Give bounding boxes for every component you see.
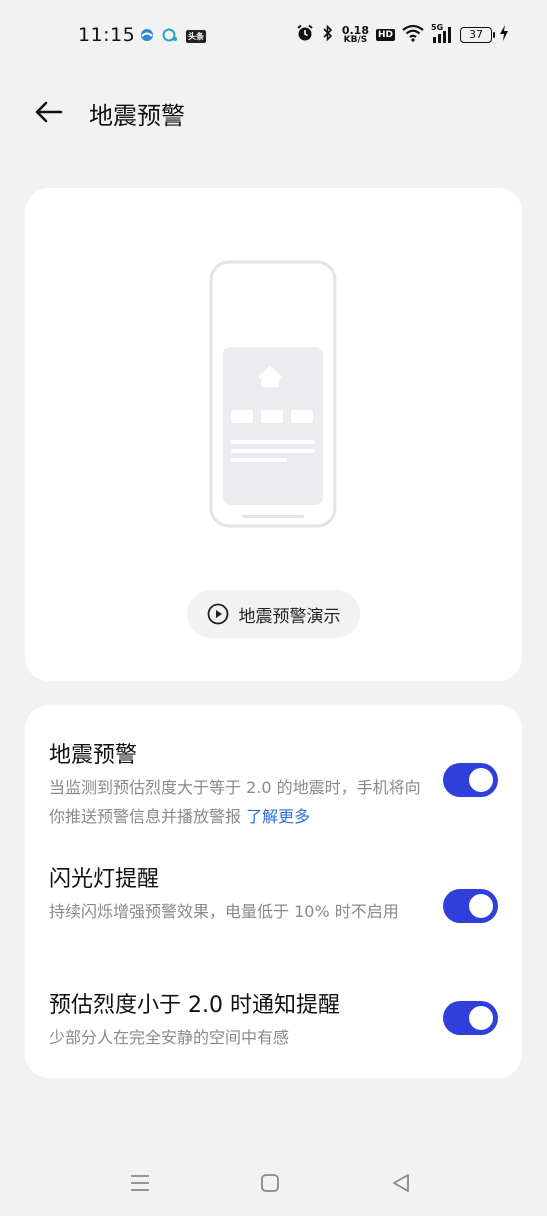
setting-description: 少部分人在完全安静的空间中有感	[49, 1023, 429, 1052]
setting-description-text: 当监测到预估烈度大于等于 2.0 的地震时，手机将向你推送预警信息并播放警报	[49, 778, 421, 826]
charging-icon	[499, 24, 509, 46]
toggle-knob	[469, 768, 493, 792]
notification-icons: 头条	[140, 27, 206, 46]
setting-row-low-intensity-notify: 预估烈度小于 2.0 时通知提醒 少部分人在完全安静的空间中有感	[25, 955, 522, 1078]
demo-button[interactable]: 地震预警演示	[187, 590, 360, 638]
settings-card: 地震预警 当监测到预估烈度大于等于 2.0 的地震时，手机将向你推送预警信息并播…	[25, 705, 522, 1078]
setting-description-text: 持续闪烁增强预警效果，电量低于 10% 时不启用	[49, 902, 399, 921]
demo-button-label: 地震预警演示	[238, 606, 341, 627]
alarm-icon	[296, 24, 314, 46]
chat-app-icon	[162, 27, 178, 46]
learn-more-link[interactable]: 了解更多	[246, 807, 310, 826]
setting-title: 闪光灯提醒	[49, 867, 160, 892]
cloud-app-icon	[140, 27, 154, 46]
phone-illustration	[209, 260, 337, 528]
illustration-card: 地震预警演示	[25, 188, 522, 681]
earthquake-warning-toggle[interactable]	[443, 763, 498, 797]
setting-row-flash-reminder: 闪光灯提醒 持续闪烁增强预警效果，电量低于 10% 时不启用	[25, 835, 522, 955]
home-button[interactable]	[255, 1168, 285, 1198]
setting-description: 当监测到预估烈度大于等于 2.0 的地震时，手机将向你推送预警信息并播放警报 了…	[49, 773, 429, 831]
low-intensity-notify-toggle[interactable]	[443, 1001, 498, 1035]
page-title: 地震预警	[89, 102, 185, 130]
recent-apps-button[interactable]	[125, 1168, 155, 1198]
status-time: 11:15	[78, 24, 136, 46]
home-icon	[261, 1174, 279, 1192]
hd-icon: HD	[375, 29, 395, 41]
setting-title: 预估烈度小于 2.0 时通知提醒	[49, 993, 340, 1018]
netspeed-unit: KB/S	[343, 35, 368, 45]
setting-row-earthquake-warning: 地震预警 当监测到预估烈度大于等于 2.0 的地震时，手机将向你推送预警信息并播…	[25, 705, 522, 835]
setting-description: 持续闪烁增强预警效果，电量低于 10% 时不启用	[49, 897, 429, 926]
toggle-knob	[469, 894, 493, 918]
toutiao-icon: 头条	[186, 30, 206, 43]
menu-icon	[131, 1175, 149, 1191]
arrow-left-icon	[35, 101, 63, 123]
status-bar: 11:15 头条 0.18 KB/S HD 5G 37	[0, 0, 547, 72]
signal-icon: 5G	[431, 23, 453, 44]
toggle-knob	[469, 1006, 493, 1030]
page-header: 地震预警	[0, 80, 547, 144]
wifi-icon	[402, 24, 424, 46]
battery-icon: 37	[460, 27, 495, 43]
setting-title: 地震预警	[49, 743, 138, 768]
setting-description-text: 少部分人在完全安静的空间中有感	[49, 1028, 290, 1047]
system-back-button[interactable]	[386, 1168, 416, 1198]
back-button[interactable]	[30, 94, 66, 130]
system-nav-bar	[0, 1150, 547, 1216]
flash-reminder-toggle[interactable]	[443, 889, 498, 923]
bluetooth-icon	[321, 24, 335, 46]
system-status-icons: 0.18 KB/S HD 5G 37	[296, 23, 509, 46]
play-circle-icon	[207, 603, 228, 625]
netspeed: 0.18 KB/S	[342, 25, 369, 45]
back-triangle-icon	[393, 1174, 409, 1192]
